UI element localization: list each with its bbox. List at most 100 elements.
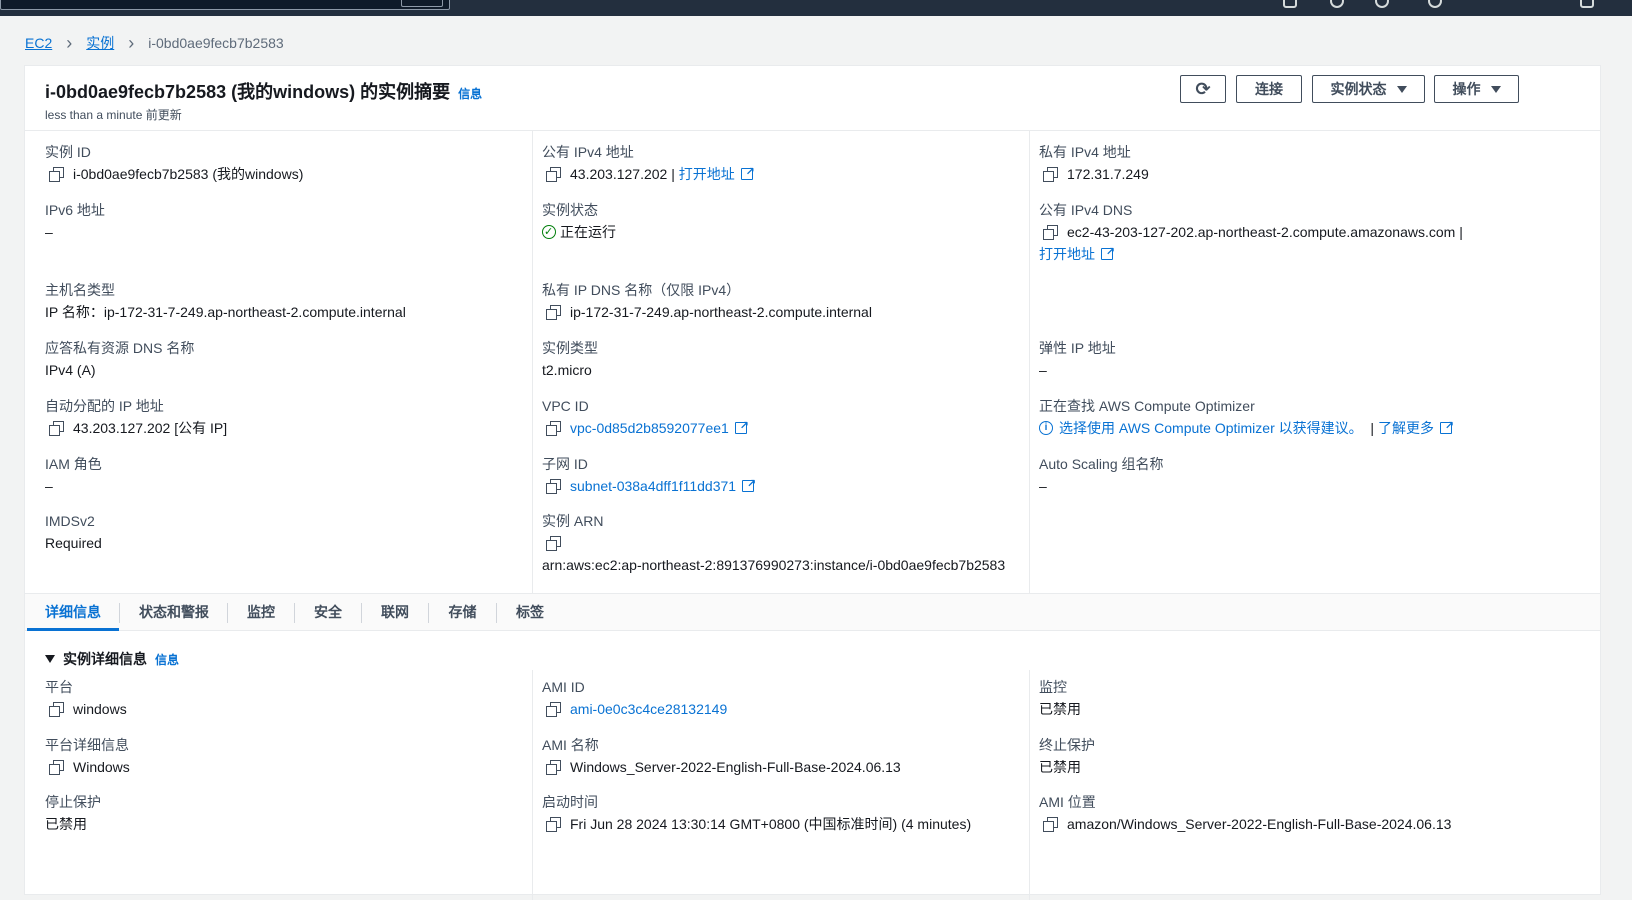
tab-tags[interactable]: 标签 (497, 594, 563, 631)
settings-icon[interactable] (1428, 0, 1442, 8)
tab-monitoring[interactable]: 监控 (228, 594, 294, 631)
external-link-icon (734, 417, 749, 435)
connect-button[interactable]: 连接 (1236, 75, 1302, 103)
chevron-right-icon: › (66, 32, 73, 53)
copy-icon[interactable] (1043, 817, 1058, 832)
copy-icon[interactable] (546, 817, 561, 832)
copy-icon[interactable] (546, 305, 561, 320)
region-menu-icon[interactable] (1580, 0, 1594, 8)
page-title: i-0bd0ae9fecb7b2583 (我的windows) 的实例摘要 信息 (45, 78, 482, 104)
breadcrumb-ec2[interactable]: EC2 (25, 35, 52, 51)
hostname-type-value: IP 名称：ip-172-31-7-249.ap-northeast-2.com… (45, 304, 406, 320)
private-dns-field: 私有 IP DNS 名称（仅限 IPv4） ip-172-31-7-249.ap… (542, 281, 872, 321)
copy-icon[interactable] (546, 167, 561, 182)
ami-name-value: Windows_Server-2022-English-Full-Base-20… (570, 759, 901, 775)
info-link[interactable]: 信息 (458, 87, 482, 101)
compute-optimizer-field: 正在查找 AWS Compute Optimizer i 选择使用 AWS Com… (1039, 397, 1454, 437)
field-label: 实例 ARN (542, 513, 604, 529)
cloudshell-icon[interactable] (1283, 0, 1297, 8)
copy-icon[interactable] (546, 421, 561, 436)
tab-details[interactable]: 详细信息 (27, 594, 119, 631)
instance-state-field: 实例状态 正在运行 (542, 201, 616, 241)
actions-label: 操作 (1452, 81, 1481, 97)
separator: | (1370, 420, 1375, 436)
field-label: IPv6 地址 (45, 202, 105, 218)
answer-dns-field: 应答私有资源 DNS 名称 IPv4 (A) (45, 339, 194, 379)
breadcrumb: EC2 › 实例 › i-0bd0ae9fecb7b2583 (25, 33, 284, 53)
vpc-id-link[interactable]: vpc-0d85d2b8592077ee1 (570, 419, 729, 437)
copy-icon[interactable] (1043, 225, 1058, 240)
copy-icon[interactable] (49, 421, 64, 436)
ipv6-value: – (45, 224, 53, 240)
connect-label: 连接 (1255, 81, 1283, 97)
instance-state-label: 实例状态 (1330, 81, 1387, 97)
field-label: IAM 角色 (45, 456, 102, 472)
tab-status-alarms[interactable]: 状态和警报 (120, 594, 228, 631)
ami-name-field: AMI 名称 Windows_Server-2022-English-Full-… (542, 736, 901, 776)
monitoring-value: 已禁用 (1039, 701, 1081, 717)
field-label: 子网 ID (542, 456, 588, 472)
actions-button[interactable]: 操作 (1434, 75, 1519, 103)
details-tabs: 详细信息 状态和警报 监控 安全 联网 存储 标签 (25, 593, 1600, 631)
copy-icon[interactable] (546, 536, 561, 551)
field-label: 平台 (45, 679, 73, 695)
field-label: 实例状态 (542, 202, 598, 218)
instance-details-heading[interactable]: 实例详细信息 信息 (45, 649, 179, 669)
ami-location-value: amazon/Windows_Server-2022-English-Full-… (1067, 816, 1452, 832)
termination-protection-value: 已禁用 (1039, 759, 1081, 775)
field-label: AMI ID (542, 679, 585, 695)
external-link-icon (1439, 417, 1454, 435)
copy-icon[interactable] (49, 760, 64, 775)
column-divider (1029, 670, 1030, 900)
platform-value: windows (73, 701, 127, 717)
instance-id-value: i-0bd0ae9fecb7b2583 (我的windows) (73, 166, 304, 182)
field-label: 弹性 IP 地址 (1039, 340, 1116, 356)
termination-protection-field: 终止保护 已禁用 (1039, 736, 1095, 776)
instance-arn-field: 实例 ARN arn:aws:ec2:ap-northeast-2:891376… (542, 512, 1005, 574)
help-icon[interactable] (1375, 0, 1389, 8)
top-navigation-bar (0, 0, 1632, 16)
subnet-id-link[interactable]: subnet-038a4dff1f11dd371 (570, 477, 736, 495)
ipv6-field: IPv6 地址 – (45, 201, 105, 241)
monitoring-field: 监控 已禁用 (1039, 678, 1081, 718)
copy-icon[interactable] (49, 702, 64, 717)
field-label: VPC ID (542, 398, 589, 414)
private-dns-value: ip-172-31-7-249.ap-northeast-2.compute.i… (570, 304, 872, 320)
refresh-icon: ⟳ (1195, 78, 1211, 99)
copy-icon[interactable] (546, 479, 561, 494)
tab-storage[interactable]: 存储 (429, 594, 496, 631)
open-address-link[interactable]: 打开地址 (1039, 245, 1095, 263)
copy-icon[interactable] (546, 702, 561, 717)
ami-location-field: AMI 位置 amazon/Windows_Server-2022-Englis… (1039, 793, 1451, 833)
section-title: 实例详细信息 (63, 651, 147, 667)
caret-down-icon (45, 655, 55, 663)
copy-icon[interactable] (49, 167, 64, 182)
instance-state-button[interactable]: 实例状态 (1312, 75, 1425, 103)
private-ipv4-field: 私有 IPv4 地址 172.31.7.249 (1039, 143, 1149, 183)
breadcrumb-instances[interactable]: 实例 (86, 33, 114, 53)
notifications-icon[interactable] (1330, 0, 1344, 8)
search-input[interactable] (0, 0, 450, 10)
learn-more-link[interactable]: 了解更多 (1378, 419, 1434, 437)
copy-icon[interactable] (546, 760, 561, 775)
platform-details-value: Windows (73, 759, 130, 775)
info-link[interactable]: 信息 (155, 651, 179, 668)
instance-type-value: t2.micro (542, 362, 592, 378)
private-ipv4-value: 172.31.7.249 (1067, 166, 1149, 182)
page-title-text: i-0bd0ae9fecb7b2583 (我的windows) 的实例摘要 (45, 82, 451, 102)
copy-icon[interactable] (1043, 167, 1058, 182)
open-address-link[interactable]: 打开地址 (679, 165, 735, 183)
launch-time-value: Fri Jun 28 2024 13:30:14 GMT+0800 (中国标准时… (570, 816, 972, 832)
asg-field: Auto Scaling 组名称 – (1039, 455, 1164, 495)
tab-security[interactable]: 安全 (295, 594, 361, 631)
refresh-button[interactable]: ⟳ (1180, 75, 1226, 103)
ami-id-link[interactable]: ami-0e0c3c4ce28132149 (570, 700, 727, 718)
last-updated: less than a minute 前更新 (45, 108, 182, 122)
field-label: 平台详细信息 (45, 737, 129, 753)
tab-networking[interactable]: 联网 (362, 594, 428, 631)
column-divider (532, 670, 533, 900)
elastic-ip-field: 弹性 IP 地址 – (1039, 339, 1116, 379)
ami-id-field: AMI ID ami-0e0c3c4ce28132149 (542, 678, 727, 718)
field-label: 公有 IPv4 地址 (542, 144, 634, 160)
opt-in-optimizer-link[interactable]: 选择使用 AWS Compute Optimizer 以获得建议。 (1059, 419, 1363, 437)
